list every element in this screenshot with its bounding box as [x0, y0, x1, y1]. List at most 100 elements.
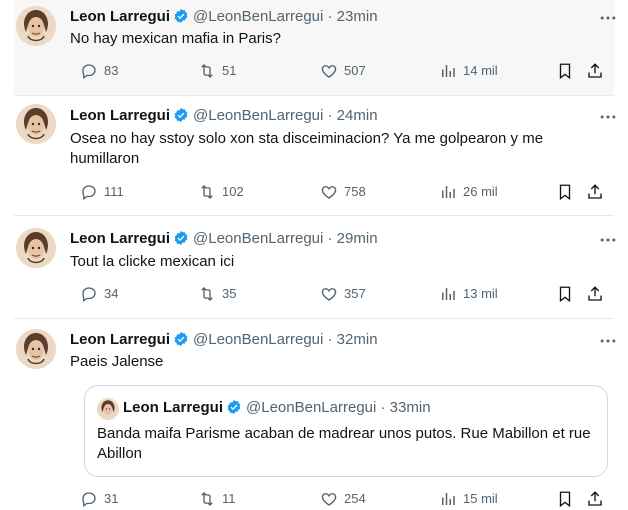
reply-icon [82, 287, 96, 303]
author-handle[interactable]: @LeonBenLarregui [193, 230, 323, 247]
views-count: 26 mil [463, 184, 498, 199]
tweet-text: Tout la clicke mexican ici [70, 253, 235, 270]
retweet-count: 102 [222, 184, 244, 199]
tweet-text: Osea no hay sstoy solo xon sta disceimin… [70, 130, 544, 167]
views-button[interactable]: 15 mil [439, 488, 498, 510]
retweet-count: 35 [222, 286, 237, 301]
verified-icon [174, 231, 188, 245]
share-icon [588, 491, 602, 506]
views-icon [442, 493, 455, 505]
quoted-timestamp: · 33min [380, 399, 431, 416]
verified-icon [174, 108, 188, 122]
tweet-actions: 111 102 758 26 mil [68, 181, 602, 203]
share-icon [588, 63, 602, 78]
reply-button[interactable]: 83 [80, 60, 118, 82]
bookmark-button[interactable] [556, 488, 580, 510]
reply-button[interactable]: 111 [80, 181, 124, 203]
tweet-actions: 31 11 254 15 mil [68, 488, 602, 510]
views-count: 14 mil [463, 63, 498, 78]
like-button[interactable]: 254 [320, 488, 366, 510]
avatar[interactable] [16, 6, 56, 46]
bookmark-button[interactable] [556, 283, 580, 305]
more-icon[interactable] [598, 230, 618, 250]
bookmark-button[interactable] [556, 181, 580, 203]
share-button[interactable] [586, 60, 610, 82]
like-button[interactable]: 507 [320, 60, 366, 82]
reply-button[interactable]: 31 [80, 488, 118, 510]
views-button[interactable]: 26 mil [439, 181, 498, 203]
views-count: 15 mil [463, 491, 498, 506]
avatar[interactable] [16, 228, 56, 268]
like-button[interactable]: 357 [320, 283, 366, 305]
tweet-header: Leon Larregui @LeonBenLarregui · 23min [70, 7, 378, 27]
quoted-author-name: Leon Larregui [123, 399, 224, 416]
like-button[interactable]: 758 [320, 181, 366, 203]
bookmark-icon [559, 286, 571, 303]
views-button[interactable]: 14 mil [439, 60, 498, 82]
avatar[interactable] [16, 104, 56, 144]
quoted-avatar[interactable] [97, 398, 119, 420]
divider [14, 318, 614, 319]
like-icon [321, 65, 337, 78]
views-icon [442, 186, 455, 198]
retweet-button[interactable]: 102 [198, 181, 244, 203]
share-button[interactable] [586, 181, 610, 203]
author-handle[interactable]: @LeonBenLarregui [193, 331, 323, 348]
quoted-text: Banda maifa Parisme acaban de madrear un… [97, 425, 591, 462]
divider [14, 215, 614, 216]
reply-icon [82, 185, 96, 201]
retweet-icon [201, 64, 213, 78]
like-count: 357 [344, 286, 366, 301]
quoted-header: Leon Larregui @LeonBenLarregui · 33min [123, 398, 431, 418]
reply-count: 83 [104, 63, 119, 78]
retweet-button[interactable]: 51 [198, 60, 236, 82]
more-icon[interactable] [598, 8, 618, 28]
timestamp[interactable]: · 32min [328, 331, 378, 348]
retweet-button[interactable]: 11 [198, 488, 236, 510]
timestamp[interactable]: · 29min [328, 230, 378, 247]
author-name[interactable]: Leon Larregui [70, 8, 170, 25]
reply-button[interactable]: 34 [80, 283, 118, 305]
retweet-icon [201, 492, 213, 506]
reply-icon [82, 64, 96, 80]
tweet-actions: 83 51 507 14 mil [68, 60, 602, 82]
share-button[interactable] [586, 283, 610, 305]
like-count: 507 [344, 63, 366, 78]
verified-icon [174, 9, 188, 23]
views-count: 13 mil [463, 286, 498, 301]
like-count: 758 [344, 184, 366, 199]
like-icon [321, 493, 337, 506]
tweet-header: Leon Larregui @LeonBenLarregui · 24min [70, 106, 378, 126]
quoted-tweet[interactable]: Leon Larregui @LeonBenLarregui · 33min Ba… [84, 385, 608, 477]
like-icon [321, 186, 337, 199]
share-icon [588, 286, 602, 301]
bookmark-icon [559, 63, 571, 80]
reply-icon [82, 492, 96, 508]
divider [14, 95, 614, 96]
retweet-icon [201, 185, 213, 199]
more-icon[interactable] [598, 331, 618, 351]
author-name[interactable]: Leon Larregui [70, 230, 170, 247]
timestamp[interactable]: · 24min [328, 107, 378, 124]
verified-icon [227, 400, 241, 414]
share-button[interactable] [586, 488, 610, 510]
tweet-header: Leon Larregui @LeonBenLarregui · 32min [70, 330, 378, 350]
quoted-author-handle: @LeonBenLarregui [246, 399, 377, 416]
author-name[interactable]: Leon Larregui [70, 107, 170, 124]
more-icon[interactable] [598, 107, 618, 127]
tweet-text: Paeis Jalense [70, 353, 164, 370]
author-handle[interactable]: @LeonBenLarregui [193, 8, 323, 25]
verified-icon [174, 332, 188, 346]
views-button[interactable]: 13 mil [439, 283, 498, 305]
avatar[interactable] [16, 329, 56, 369]
bookmark-icon [559, 184, 571, 201]
like-count: 254 [344, 491, 366, 506]
timestamp[interactable]: · 23min [328, 8, 378, 25]
author-name[interactable]: Leon Larregui [70, 331, 170, 348]
reply-count: 31 [104, 491, 119, 506]
retweet-button[interactable]: 35 [198, 283, 236, 305]
tweet-header: Leon Larregui @LeonBenLarregui · 29min [70, 229, 378, 249]
tweet-text: No hay mexican mafia in Paris? [70, 30, 281, 47]
bookmark-button[interactable] [556, 60, 580, 82]
author-handle[interactable]: @LeonBenLarregui [193, 107, 323, 124]
